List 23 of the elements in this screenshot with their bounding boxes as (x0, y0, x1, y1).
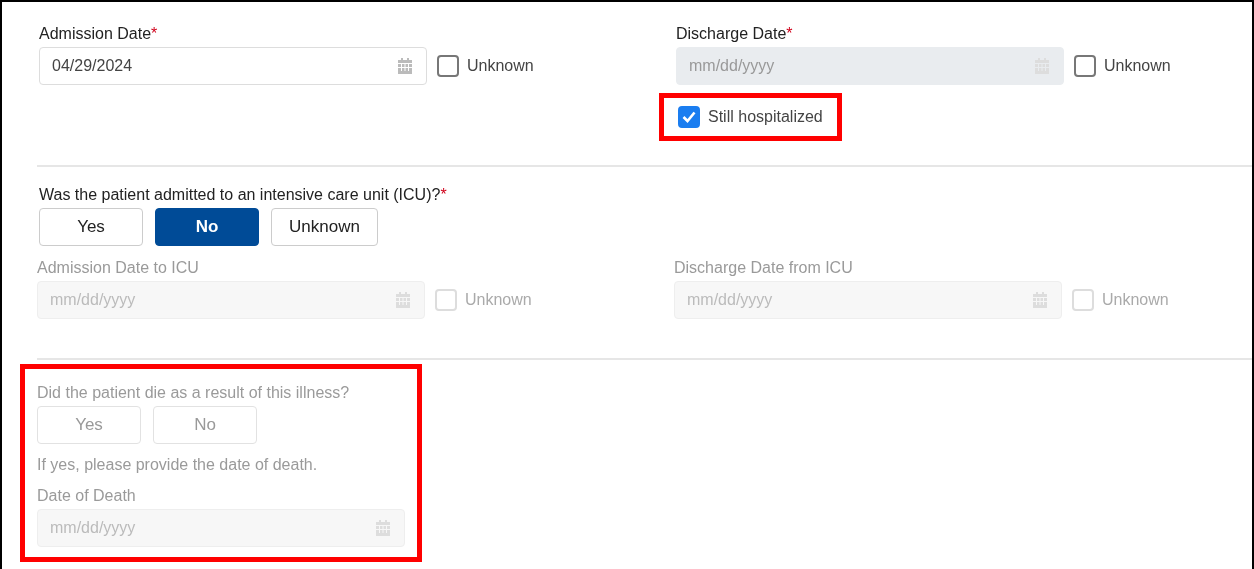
calendar-icon (1033, 292, 1047, 308)
checkbox-label: Unknown (1104, 57, 1171, 75)
question-label: Was the patient admitted to an intensive care unit (ICU)?* (39, 185, 448, 205)
checkmark-icon (682, 111, 696, 123)
option-button[interactable]: Unknown (271, 208, 378, 246)
field-label: Admission Date to ICU (37, 258, 200, 278)
date-field[interactable]: 04/29/2024 (39, 47, 427, 85)
field-label: Discharge Date from ICU (674, 258, 854, 278)
checkbox[interactable] (437, 55, 459, 77)
calendar-icon (396, 292, 410, 308)
field-label: Discharge Date* (676, 24, 794, 44)
calendar-icon (398, 58, 412, 74)
checkbox-label: Unknown (467, 57, 534, 75)
checkbox-label: Still hospitalized (708, 108, 823, 126)
checkbox-label: Unknown (1102, 291, 1169, 309)
field-label: Date of Death (37, 486, 137, 506)
option-button[interactable]: Yes (39, 208, 143, 246)
checkbox-label: Unknown (465, 291, 532, 309)
field-label: Admission Date* (39, 24, 159, 44)
calendar-icon (376, 520, 390, 536)
option-button[interactable]: No (155, 208, 259, 246)
hint-text: If yes, please provide the date of death. (37, 456, 319, 474)
question-label: Did the patient die as a result of this illness? (37, 383, 351, 403)
